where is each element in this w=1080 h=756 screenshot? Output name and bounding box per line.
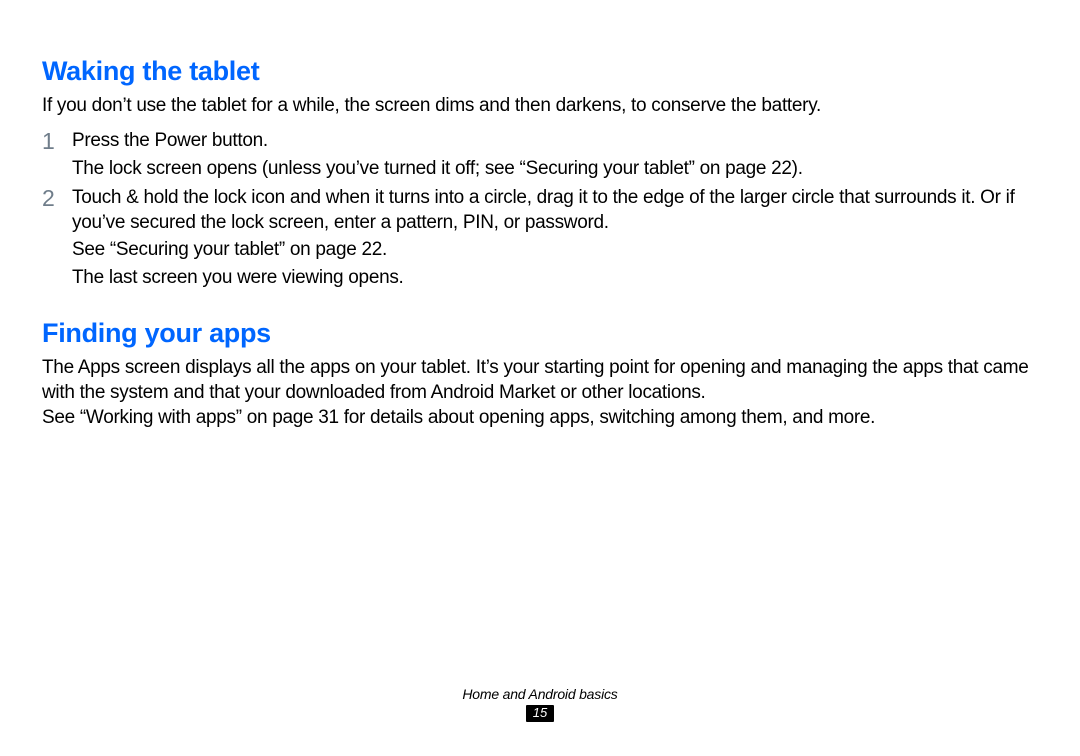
page-footer: Home and Android basics 15	[0, 686, 1080, 722]
step-number: 1	[42, 128, 72, 154]
step-2: 2 Touch & hold the lock icon and when it…	[42, 185, 1038, 292]
heading-finding-your-apps: Finding your apps	[42, 318, 1038, 349]
step-line: The lock screen opens (unless you’ve tur…	[72, 156, 1038, 181]
step-body: Press the Power button. The lock screen …	[72, 128, 1038, 183]
step-number: 2	[42, 185, 72, 211]
step-line: The last screen you were viewing opens.	[72, 265, 1038, 290]
step-line: See “Securing your tablet” on page 22.	[72, 237, 1038, 262]
manual-page: Waking the tablet If you don’t use the t…	[0, 0, 1080, 756]
step-line: Press the Power button.	[72, 128, 1038, 153]
step-line: Touch & hold the lock icon and when it t…	[72, 185, 1038, 236]
step-body: Touch & hold the lock icon and when it t…	[72, 185, 1038, 292]
section1-intro: If you don’t use the tablet for a while,…	[42, 93, 1038, 118]
section2-para-1: The Apps screen displays all the apps on…	[42, 355, 1038, 406]
heading-waking-the-tablet: Waking the tablet	[42, 56, 1038, 87]
step-1: 1 Press the Power button. The lock scree…	[42, 128, 1038, 183]
page-number-badge: 15	[526, 705, 554, 722]
footer-chapter-title: Home and Android basics	[0, 686, 1080, 702]
section1-steps: 1 Press the Power button. The lock scree…	[42, 128, 1038, 292]
section2-para-2: See “Working with apps” on page 31 for d…	[42, 405, 1038, 430]
